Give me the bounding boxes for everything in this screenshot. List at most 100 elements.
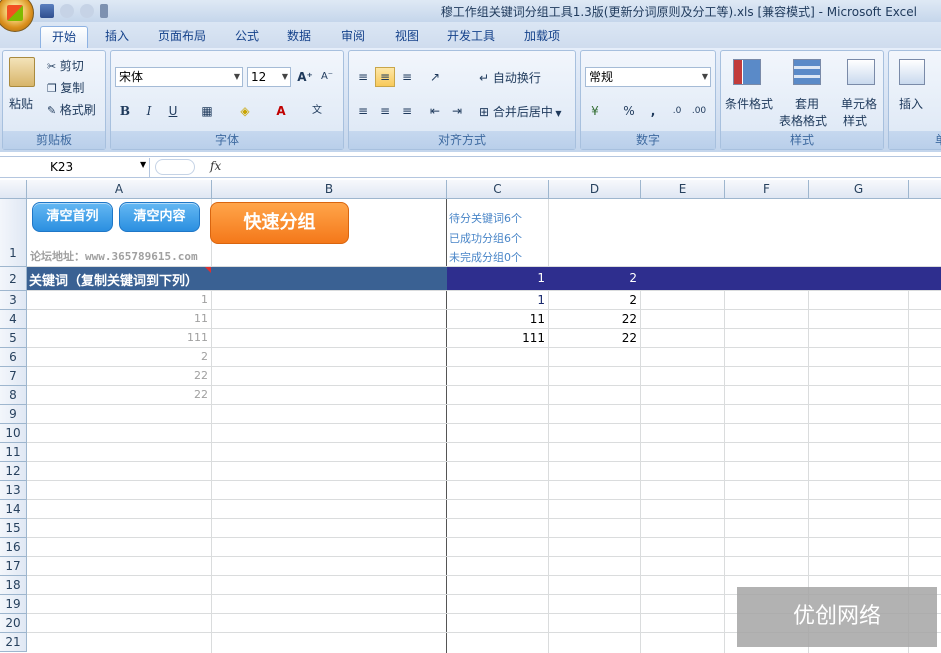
conditional-format-button[interactable]: 条件格式 — [725, 95, 773, 112]
group-c-cell[interactable]: 11 — [447, 312, 548, 326]
group-header-d[interactable]: 2 — [549, 271, 640, 285]
tab-formulas[interactable]: 公式 — [226, 26, 268, 48]
row-header-7[interactable]: 7 — [0, 367, 27, 386]
tab-data[interactable]: 数据 — [278, 26, 320, 48]
row-header-17[interactable]: 17 — [0, 557, 27, 576]
cut-button[interactable]: ✂ 剪切 — [47, 57, 84, 74]
fill-color-icon[interactable]: ◈ — [235, 101, 255, 121]
merge-center-button[interactable]: ⊞ 合并后居中 ▼ — [479, 103, 562, 120]
align-left-icon[interactable]: ≡ — [353, 101, 373, 121]
tab-view[interactable]: 视图 — [384, 26, 430, 48]
column-header-e[interactable]: E — [641, 180, 725, 199]
paste-icon[interactable] — [9, 57, 35, 87]
align-center-icon[interactable]: ≡ — [375, 101, 395, 121]
column-header-f[interactable]: F — [725, 180, 809, 199]
tab-home[interactable]: 开始 — [40, 26, 88, 48]
group-c-cell[interactable]: 111 — [447, 331, 548, 345]
column-header-g[interactable]: G — [809, 180, 909, 199]
paste-button[interactable]: 粘贴 — [9, 95, 33, 112]
clear-content-button[interactable]: 清空内容 — [119, 202, 200, 232]
group-d-cell[interactable]: 22 — [549, 312, 640, 326]
clear-first-column-button[interactable]: 清空首列 — [32, 202, 113, 232]
column-header-h[interactable] — [909, 180, 941, 199]
wrap-text-button[interactable]: ↵ 自动换行 — [479, 69, 541, 86]
keyword-cell[interactable]: 11 — [27, 312, 211, 325]
align-top-icon[interactable]: ≡ — [353, 67, 373, 87]
percent-button[interactable]: % — [619, 101, 639, 121]
customize-qat-icon[interactable] — [100, 4, 108, 18]
row-header-10[interactable]: 10 — [0, 424, 27, 443]
grow-font-icon[interactable]: A⁺ — [295, 67, 315, 87]
row-header-14[interactable]: 14 — [0, 500, 27, 519]
underline-button[interactable]: U — [163, 101, 183, 121]
row-header-16[interactable]: 16 — [0, 538, 27, 557]
tab-page-layout[interactable]: 页面布局 — [148, 26, 216, 48]
border-icon[interactable]: ▦ — [197, 101, 217, 121]
format-table-button-line1[interactable]: 套用 — [795, 95, 819, 112]
row-header-1[interactable]: 1 — [0, 199, 27, 267]
format-painter-button[interactable]: ✎ 格式刷 — [47, 101, 96, 118]
font-color-icon[interactable]: A — [271, 101, 291, 121]
table-format-icon[interactable] — [793, 59, 821, 85]
undo-icon[interactable] — [60, 4, 74, 18]
row-header-19[interactable]: 19 — [0, 595, 27, 614]
increase-decimal-icon[interactable]: .0 — [667, 101, 687, 121]
group-d-cell[interactable]: 22 — [549, 331, 640, 345]
format-table-button-line2[interactable]: 表格格式 — [779, 112, 827, 129]
cell-styles-button-line2[interactable]: 样式 — [843, 112, 867, 129]
function-icon[interactable]: fx — [210, 159, 221, 173]
column-header-c[interactable]: C — [447, 180, 549, 199]
row-header-5[interactable]: 5 — [0, 329, 27, 348]
phonetic-icon[interactable]: 文 — [307, 101, 327, 121]
conditional-format-icon[interactable] — [733, 59, 761, 85]
bold-button[interactable]: B — [115, 101, 135, 121]
row-header-11[interactable]: 11 — [0, 443, 27, 462]
italic-button[interactable]: I — [139, 101, 159, 121]
font-name-select[interactable]: 宋体 ▼ — [115, 67, 243, 87]
group-header-c[interactable]: 1 — [447, 271, 548, 285]
row-header-18[interactable]: 18 — [0, 576, 27, 595]
column-header-b[interactable]: B — [212, 180, 447, 199]
insert-button[interactable]: 插入 — [899, 95, 923, 112]
tab-insert[interactable]: 插入 — [96, 26, 138, 48]
align-bottom-icon[interactable]: ≡ — [397, 67, 417, 87]
align-right-icon[interactable]: ≡ — [397, 101, 417, 121]
copy-button[interactable]: ❐ 复制 — [47, 79, 84, 96]
group-c-cell[interactable]: 1 — [447, 293, 548, 307]
keyword-cell[interactable]: 1 — [27, 293, 211, 306]
tab-developer[interactable]: 开发工具 — [438, 26, 504, 48]
chevron-down-icon[interactable]: ▼ — [140, 160, 146, 169]
select-all-corner[interactable] — [0, 180, 27, 199]
name-box[interactable]: K23 — [0, 158, 150, 177]
formula-input[interactable] — [232, 159, 941, 176]
row-header-21[interactable]: 21 — [0, 633, 27, 652]
row-header-12[interactable]: 12 — [0, 462, 27, 481]
worksheet-grid[interactable]: A B C D E F G 1 2 3 4 5 6 7 8 9 10 11 12… — [0, 180, 941, 653]
font-size-select[interactable]: 12 ▼ — [247, 67, 291, 87]
keyword-cell[interactable]: 111 — [27, 331, 211, 344]
row-header-2[interactable]: 2 — [0, 267, 27, 291]
currency-icon[interactable]: ¥ — [585, 101, 605, 121]
row-header-3[interactable]: 3 — [0, 291, 27, 310]
decrease-decimal-icon[interactable]: .00 — [689, 101, 709, 121]
column-header-d[interactable]: D — [549, 180, 641, 199]
comma-button[interactable]: , — [643, 101, 663, 121]
tab-review[interactable]: 审阅 — [330, 26, 376, 48]
redo-icon[interactable] — [80, 4, 94, 18]
insert-cells-icon[interactable] — [899, 59, 925, 85]
keyword-cell[interactable]: 22 — [27, 388, 211, 401]
cell-styles-button-line1[interactable]: 单元格 — [841, 95, 877, 112]
shrink-font-icon[interactable]: A⁻ — [317, 67, 337, 87]
indent-increase-icon[interactable]: ⇥ — [447, 101, 467, 121]
orientation-icon[interactable]: ↗ — [425, 67, 445, 87]
row-header-4[interactable]: 4 — [0, 310, 27, 329]
row-header-6[interactable]: 6 — [0, 348, 27, 367]
row-header-13[interactable]: 13 — [0, 481, 27, 500]
keyword-cell[interactable]: 2 — [27, 350, 211, 363]
align-middle-icon[interactable]: ≡ — [375, 67, 395, 87]
quick-group-button[interactable]: 快速分组 — [210, 202, 349, 244]
tab-addins[interactable]: 加载项 — [514, 26, 570, 48]
cell-styles-icon[interactable] — [847, 59, 875, 85]
keyword-cell[interactable]: 22 — [27, 369, 211, 382]
row-header-20[interactable]: 20 — [0, 614, 27, 633]
